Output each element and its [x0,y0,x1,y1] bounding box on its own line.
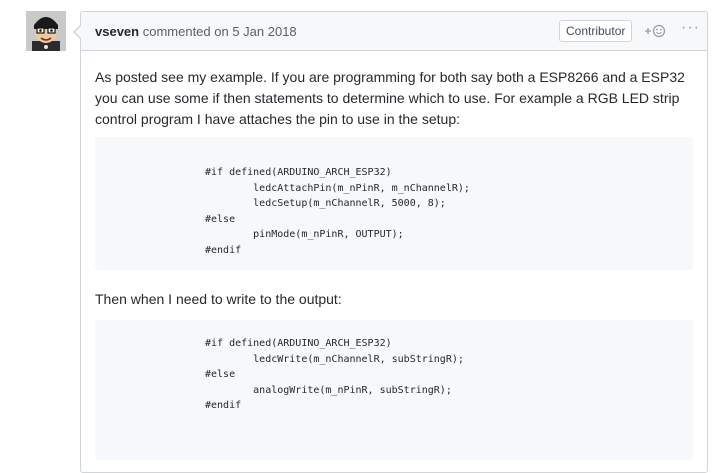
contributor-badge: Contributor [559,20,633,42]
comment-paragraph: Then when I need to write to the output: [95,291,342,307]
comment-timestamp[interactable]: commented on 5 Jan 2018 [143,24,297,39]
smiley-plus-icon[interactable] [644,24,666,38]
user-avatar[interactable] [26,11,66,51]
comment-header: vseven commented on 5 Jan 2018 Contribut… [81,12,707,51]
kebab-horizontal-icon[interactable]: ··· [681,19,700,37]
avatar-image [26,11,66,51]
author-link[interactable]: vseven [95,24,139,39]
comment-paragraph: As posted see my example. If you are pro… [95,69,685,127]
code-block: #if defined(ARDUINO_ARCH_ESP32) ledcAtta… [95,137,693,270]
comment-meta: vseven commented on 5 Jan 2018 [95,24,297,39]
code-block: #if defined(ARDUINO_ARCH_ESP32) ledcWrit… [95,320,693,460]
comment-box: vseven commented on 5 Jan 2018 Contribut… [73,11,708,473]
